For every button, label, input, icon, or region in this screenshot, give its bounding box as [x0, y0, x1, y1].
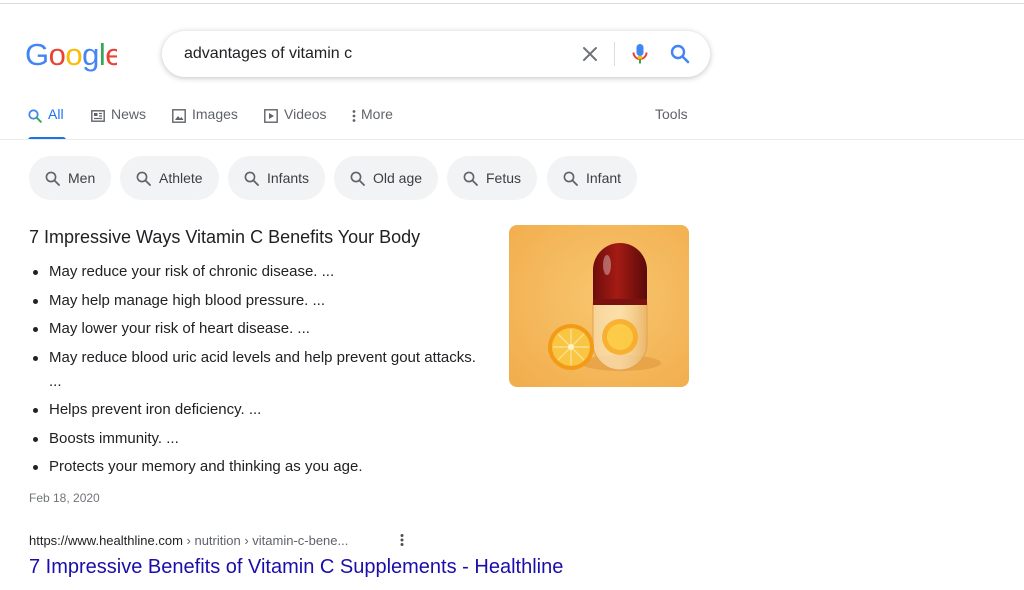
- chip-label: Fetus: [486, 170, 522, 186]
- chip-label: Athlete: [159, 170, 203, 186]
- tab-images[interactable]: Images: [172, 106, 238, 140]
- list-item: Protects your memory and thinking as you…: [29, 455, 484, 479]
- tab-more[interactable]: More: [350, 106, 393, 140]
- tab-all[interactable]: All: [28, 106, 66, 140]
- mic-icon: [632, 44, 648, 64]
- tab-news[interactable]: News: [91, 106, 146, 140]
- tab-label: News: [111, 106, 147, 122]
- search-icon: [350, 171, 365, 186]
- chip-men[interactable]: Men: [29, 156, 112, 200]
- featured-snippet-list: May reduce your risk of chronic disease.…: [29, 260, 484, 484]
- result-path: › nutrition › vitamin-c-bene...: [182, 533, 349, 548]
- search-icon: [244, 171, 259, 186]
- vitamin-capsule-image[interactable]: [509, 225, 689, 387]
- chip-infants[interactable]: Infants: [228, 156, 326, 200]
- search-input[interactable]: [184, 31, 574, 77]
- search-icon: [563, 171, 578, 186]
- chip-athlete[interactable]: Athlete: [120, 156, 219, 200]
- result-domain: https://www.healthline.com: [29, 533, 183, 548]
- search-icon: [45, 171, 60, 186]
- result-url: https://www.healthline.com › nutrition ›…: [29, 533, 348, 548]
- tab-videos[interactable]: Videos: [264, 106, 327, 140]
- search-icon: [670, 44, 690, 64]
- snippet-date: Feb 18, 2020: [29, 491, 100, 505]
- chip-infant[interactable]: Infant: [547, 156, 638, 200]
- chip-old-age[interactable]: Old age: [334, 156, 439, 200]
- search-divider: [614, 42, 615, 66]
- search-icon: [463, 171, 478, 186]
- search-icon: [136, 171, 151, 186]
- top-divider: [0, 3, 1024, 4]
- featured-snippet-title: 7 Impressive Ways Vitamin C Benefits You…: [29, 227, 421, 247]
- result-options-button[interactable]: [394, 531, 410, 549]
- voice-search-button[interactable]: [627, 41, 653, 67]
- image-icon: [172, 109, 186, 123]
- list-item: May lower your risk of heart disease. ..…: [29, 317, 484, 341]
- list-item: May reduce blood uric acid levels and he…: [29, 346, 484, 394]
- chip-fetus[interactable]: Fetus: [447, 156, 538, 200]
- tabs-divider: [0, 139, 1024, 140]
- close-icon: [583, 47, 597, 61]
- tab-label: All: [48, 106, 64, 122]
- chip-label: Men: [68, 170, 96, 186]
- search-button[interactable]: [667, 41, 693, 67]
- chip-label: Infants: [267, 170, 310, 186]
- tab-label: More: [361, 106, 393, 122]
- search-box: [162, 31, 710, 77]
- tools-button[interactable]: Tools: [655, 106, 688, 122]
- tab-label: Images: [192, 106, 238, 122]
- news-icon: [91, 109, 105, 123]
- more-vert-icon: [400, 534, 404, 546]
- tab-label: Videos: [284, 106, 327, 122]
- chip-label: Infant: [586, 170, 622, 186]
- result-title-link[interactable]: 7 Impressive Benefits of Vitamin C Suppl…: [29, 556, 563, 579]
- list-item: Boosts immunity. ...: [29, 427, 484, 451]
- list-item: May help manage high blood pressure. ...: [29, 289, 484, 313]
- svg-text:Google: Google: [25, 38, 117, 72]
- list-item: Helps prevent iron deficiency. ...: [29, 398, 484, 422]
- list-item: May reduce your risk of chronic disease.…: [29, 260, 484, 284]
- chip-label: Old age: [373, 170, 423, 186]
- search-icon: [28, 109, 42, 123]
- video-icon: [264, 109, 278, 123]
- google-logo[interactable]: Google: [25, 38, 117, 74]
- more-vert-icon: [350, 109, 358, 123]
- clear-button[interactable]: [577, 41, 603, 67]
